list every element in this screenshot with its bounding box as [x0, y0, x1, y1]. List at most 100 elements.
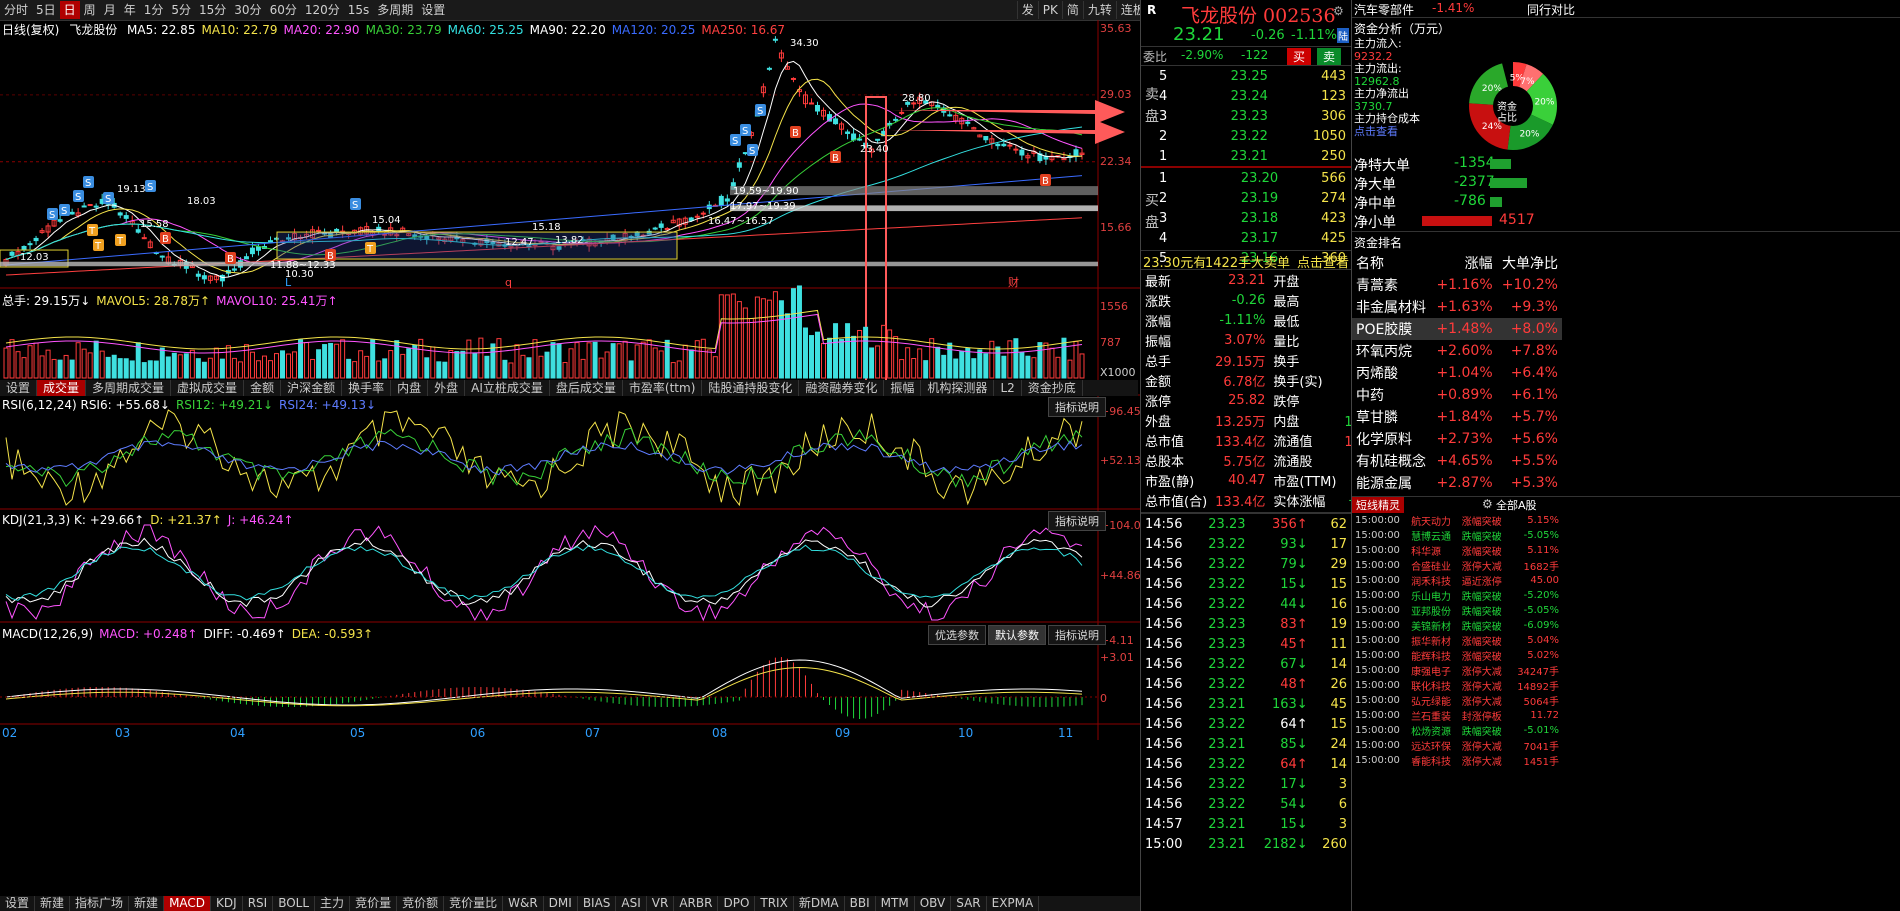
volume-tab-9[interactable]: AI立桩成交量	[465, 380, 550, 396]
volume-tab-3[interactable]: 虚拟成交量	[171, 380, 245, 396]
volume-tab-4[interactable]: 金额	[244, 380, 282, 396]
rsi-explain-button[interactable]: 指标说明	[1048, 397, 1106, 417]
volume-tab-10[interactable]: 盘后成交量	[550, 380, 623, 396]
indicator-tab-11[interactable]: 竞价量比	[444, 896, 504, 911]
rank-row-5[interactable]: 中药 +0.89% +6.1%	[1352, 384, 1562, 406]
volume-tab-11[interactable]: 市盈率(ttm)	[623, 380, 703, 396]
macd-button-0[interactable]: 优选参数	[928, 625, 986, 645]
rank-row-2[interactable]: POE胶膜 +1.48% +8.0%	[1352, 318, 1562, 340]
short-row-1[interactable]: 15:00:00 慧博云通 跌幅突破 -5.05%	[1352, 528, 1562, 543]
indicator-tab-23[interactable]: OBV	[915, 896, 952, 911]
volume-bar	[821, 342, 827, 379]
volume-bar	[466, 339, 472, 379]
macd-button-1[interactable]: 默认参数	[988, 625, 1046, 645]
sector-name[interactable]: 汽车零部件	[1354, 1, 1414, 18]
indicator-tab-17[interactable]: ARBR	[674, 896, 719, 911]
gear-icon[interactable]: ⚙	[1333, 4, 1344, 18]
buy-button[interactable]: 买	[1287, 48, 1312, 65]
indicator-tab-16[interactable]: VR	[647, 896, 675, 911]
volume-tab-6[interactable]: 换手率	[342, 380, 392, 396]
rank-ratio: +5.5%	[1510, 453, 1558, 469]
volume-tab-1[interactable]: 成交量	[37, 380, 87, 396]
rank-row-7[interactable]: 化学原料 +2.73% +5.6%	[1352, 428, 1562, 450]
indicator-tab-22[interactable]: MTM	[876, 896, 915, 911]
short-row-4[interactable]: 15:00:00 润禾科技 逼近涨停 45.00	[1352, 573, 1562, 588]
volume-tab-15[interactable]: 机构探测器	[921, 380, 995, 396]
tick-row-0: 14:56 23.23 356↑ 62	[1141, 514, 1351, 534]
kdj-explain-button[interactable]: 指标说明	[1048, 511, 1106, 531]
volume-tab-14[interactable]: 振幅	[884, 380, 922, 396]
indicator-tab-12[interactable]: W&R	[503, 896, 544, 911]
volume-tab-5[interactable]: 沪深金额	[281, 380, 343, 396]
indicator-tab-6[interactable]: RSI	[243, 896, 274, 911]
rank-row-1[interactable]: 非金属材料 +1.63% +9.3%	[1352, 296, 1562, 318]
rank-row-9[interactable]: 能源金属 +2.87% +5.3%	[1352, 472, 1562, 494]
fund-cost-link[interactable]: 点击查看	[1354, 125, 1420, 139]
volume-tab-7[interactable]: 内盘	[391, 380, 429, 396]
indicator-tab-4[interactable]: MACD	[164, 896, 212, 911]
short-row-11[interactable]: 15:00:00 联化科技 涨停大减 14892手	[1352, 678, 1562, 693]
big-order-row[interactable]: 23.30元有 1422手 大卖单 点击查看	[1141, 250, 1351, 271]
book-qty: 274	[1321, 190, 1346, 206]
indicator-tab-18[interactable]: DPO	[718, 896, 756, 911]
volume-tab-17[interactable]: 资金抄底	[1022, 380, 1083, 396]
indicator-tab-15[interactable]: ASI	[616, 896, 647, 911]
volume-tab-16[interactable]: L2	[994, 380, 1022, 396]
sell-button[interactable]: 卖	[1317, 48, 1342, 65]
short-row-16[interactable]: 15:00:00 睿能科技 涨停大减 1451手	[1352, 753, 1562, 768]
short-row-0[interactable]: 15:00:00 航天动力 涨幅突破 5.15%	[1352, 513, 1562, 528]
rank-row-6[interactable]: 草甘膦 +1.84% +5.7%	[1352, 406, 1562, 428]
book-level: 2	[1159, 190, 1168, 206]
short-row-8[interactable]: 15:00:00 振华新材 涨幅突破 5.04%	[1352, 633, 1562, 648]
tick-count: 26	[1330, 676, 1347, 692]
indicator-tab-8[interactable]: 主力	[315, 896, 351, 911]
short-title[interactable]: 短线精灵	[1352, 497, 1404, 513]
short-row-12[interactable]: 15:00:00 弘元绿能 涨停大减 5064手	[1352, 693, 1562, 708]
rank-row-4[interactable]: 丙烯酸 +1.04% +6.4%	[1352, 362, 1562, 384]
volume-tab-0[interactable]: 设置	[0, 380, 38, 396]
rank-row-0[interactable]: 青蒿素 +1.16% +10.2%	[1352, 274, 1562, 296]
short-row-10[interactable]: 15:00:00 康强电子 涨停大减 34247手	[1352, 663, 1562, 678]
volume-tab-12[interactable]: 陆股通持股变化	[702, 380, 800, 396]
indicator-tab-25[interactable]: EXPMA	[987, 896, 1040, 911]
indicator-tab-2[interactable]: 指标广场	[70, 896, 130, 911]
indicator-tab-9[interactable]: 竞价量	[350, 896, 398, 911]
indicator-tab-19[interactable]: TRIX	[755, 896, 794, 911]
rank-row-8[interactable]: 有机硅概念 +4.65% +5.5%	[1352, 450, 1562, 472]
short-row-3[interactable]: 15:00:00 合盛硅业 涨停大减 1682手	[1352, 558, 1562, 573]
volume-bar	[959, 350, 965, 379]
indicator-tab-3[interactable]: 新建	[129, 896, 165, 911]
indicator-tab-21[interactable]: BBI	[845, 896, 876, 911]
main-chart-area[interactable]: 34.30 28.80 23.40 19.13 18.03 15.04 15.58 15.18…	[0, 0, 1140, 896]
tick-volume: 15↓	[1280, 816, 1308, 832]
short-row-2[interactable]: 15:00:00 科华源 涨幅突破 5.11%	[1352, 543, 1562, 558]
big-order-link[interactable]: 点击查看	[1297, 252, 1349, 271]
indicator-tab-10[interactable]: 竞价额	[397, 896, 445, 911]
volume-bar	[502, 359, 508, 379]
short-row-7[interactable]: 15:00:00 美锦新材 跌幅突破 -6.09%	[1352, 618, 1562, 633]
volume-bar	[448, 350, 454, 379]
short-row-15[interactable]: 15:00:00 远达环保 涨停大减 7041手	[1352, 738, 1562, 753]
volume-bar	[604, 351, 610, 379]
indicator-tab-0[interactable]: 设置	[0, 896, 36, 911]
indicator-tab-7[interactable]: BOLL	[273, 896, 316, 911]
short-row-13[interactable]: 15:00:00 兰石重装 封涨停板 11.72	[1352, 708, 1562, 723]
indicator-tab-20[interactable]: 新DMA	[794, 896, 845, 911]
volume-tab-8[interactable]: 外盘	[428, 380, 466, 396]
indicator-tab-14[interactable]: BIAS	[578, 896, 617, 911]
short-row-14[interactable]: 15:00:00 松炀资源 跌幅突破 -5.01%	[1352, 723, 1562, 738]
short-filter[interactable]: 全部A股	[1496, 497, 1537, 513]
short-settings-icon[interactable]: ⚙	[1482, 497, 1493, 511]
volume-tab-2[interactable]: 多周期成交量	[86, 380, 172, 396]
peer-compare-link[interactable]: 同行对比	[1527, 1, 1575, 18]
indicator-tab-1[interactable]: 新建	[35, 896, 71, 911]
volume-tab-13[interactable]: 融资融券变化	[799, 380, 885, 396]
short-row-6[interactable]: 15:00:00 亚邦股份 跌幅突破 -5.05%	[1352, 603, 1562, 618]
short-row-5[interactable]: 15:00:00 乐山电力 跌幅突破 -5.20%	[1352, 588, 1562, 603]
indicator-tab-5[interactable]: KDJ	[211, 896, 243, 911]
indicator-tab-13[interactable]: DMI	[544, 896, 578, 911]
short-row-9[interactable]: 15:00:00 能辉科技 涨幅突破 5.02%	[1352, 648, 1562, 663]
macd-button-2[interactable]: 指标说明	[1048, 625, 1106, 645]
rank-row-3[interactable]: 环氧丙烷 +2.60% +7.8%	[1352, 340, 1562, 362]
indicator-tab-24[interactable]: SAR	[951, 896, 987, 911]
